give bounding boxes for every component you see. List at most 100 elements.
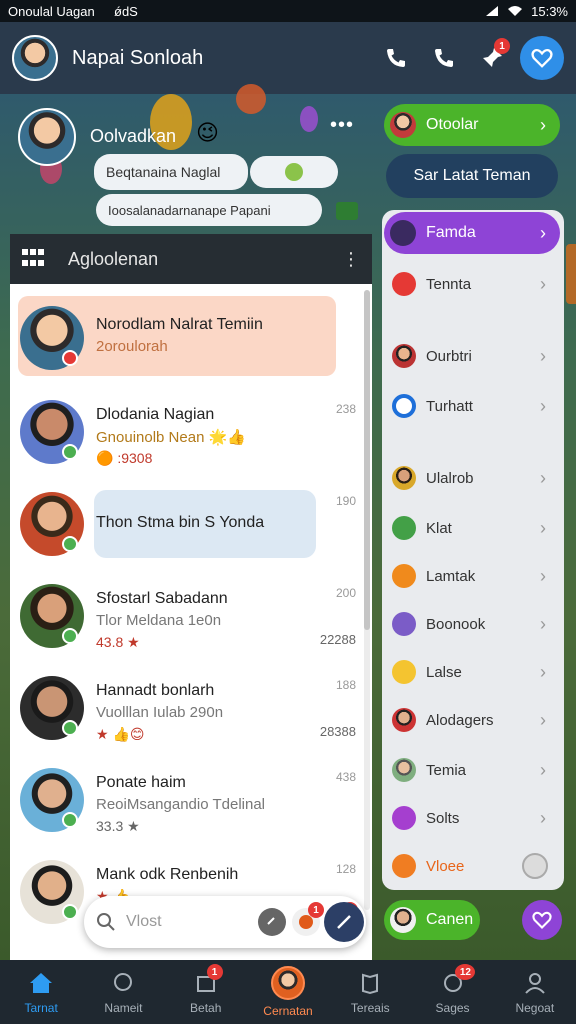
sticker-button[interactable]: 1: [292, 902, 324, 936]
menu-item[interactable]: Vloee: [382, 846, 564, 886]
chat-time: 188: [335, 678, 356, 692]
search-input[interactable]: Vlost: [126, 913, 252, 931]
chat-count: 22288: [319, 632, 356, 647]
status-dot: [62, 350, 78, 366]
menu-item[interactable]: Solts ›: [382, 798, 564, 838]
status-dot: [62, 444, 78, 460]
tag-icon: [392, 806, 416, 830]
app-header: Napai Sonloah 1: [0, 22, 576, 94]
status-dot: [62, 812, 78, 828]
bottom-nav: Tarnat Nameit 1 Betah Cernatan Tereais 1…: [0, 960, 576, 1024]
chat-count: 28388: [319, 724, 356, 739]
nav-item-profile[interactable]: Cernatan: [247, 960, 329, 1024]
favorite-button[interactable]: [520, 36, 564, 80]
chat-sub: Vuolllan Iulab 290n: [96, 704, 224, 721]
sticker-bubble[interactable]: [250, 156, 338, 188]
nav-item-badges[interactable]: 12 Sages: [411, 960, 493, 1024]
favorite-fab[interactable]: [522, 900, 562, 940]
nav-item-box[interactable]: 1 Betah: [165, 960, 247, 1024]
flag-icon: [392, 272, 416, 296]
menu-item[interactable]: Alodagers ›: [382, 700, 564, 740]
home-icon: [27, 969, 55, 997]
menu-item[interactable]: Lalse ›: [382, 652, 564, 692]
chat-name: Thon Stma bin S Yonda: [96, 514, 265, 531]
chat-time: 190: [335, 494, 356, 508]
attach-button[interactable]: [258, 908, 286, 936]
chat-extra: 33.3 ★: [96, 818, 140, 834]
chevron-right-icon: ›: [540, 222, 546, 243]
clip-icon: [267, 917, 275, 925]
notification-badge: 1: [494, 38, 510, 54]
avatar: [390, 907, 416, 933]
pill-label: Famda: [426, 224, 476, 241]
profile-name: Oolvadkan: [90, 126, 177, 146]
chat-name: Mank odk Renbenih: [96, 866, 239, 883]
menu-item[interactable]: Ulalrob ›: [382, 458, 564, 498]
chevron-right-icon: ›: [540, 345, 546, 366]
carrier-text: ǿdS: [114, 3, 138, 19]
action-pill[interactable]: Sar Latat Teman: [386, 154, 558, 198]
sticker-icon: [299, 915, 313, 929]
menu-label: Solts: [426, 809, 460, 827]
send-button[interactable]: [324, 902, 364, 942]
globe-icon: [392, 612, 416, 636]
video-call-button[interactable]: [424, 38, 464, 78]
status-dot: [62, 720, 78, 736]
grid-menu-icon[interactable]: [22, 249, 46, 269]
nav-item-home[interactable]: Tarnat: [0, 960, 82, 1024]
call-button[interactable]: [376, 38, 416, 78]
menu-item[interactable]: Tennta ›: [382, 264, 564, 304]
menu-item[interactable]: Temia ›: [382, 750, 564, 790]
chat-name: Norodlam Nalrat Temiin: [96, 316, 263, 333]
menu-label: Boonook: [426, 615, 486, 633]
menu-item[interactable]: Lamtak ›: [382, 556, 564, 596]
nav-label: Sages: [435, 1001, 470, 1015]
panel-title: Agloolenan: [68, 248, 159, 269]
list-item[interactable]: Dlodania Nagian Gnouinolb Nean 🌟👍 🟠 :930…: [10, 388, 362, 478]
clock-icon[interactable]: [522, 853, 548, 879]
pill-label: Sar Latat Teman: [413, 167, 531, 184]
chat-list-panel: Agloolenan ⋮ Norodlam Nalrat Temiin 2oro…: [10, 234, 372, 960]
menu-label: Vloee: [426, 857, 465, 875]
tag-icon: [390, 220, 416, 246]
more-options-button[interactable]: •••: [330, 114, 354, 137]
profile-avatar[interactable]: [18, 108, 76, 166]
list-item[interactable]: Ponate haim ReoiMsangandio Tdelinal 33.3…: [10, 756, 362, 846]
circle-icon: [392, 394, 416, 418]
notification-badge: 12: [455, 964, 476, 980]
kebab-menu-icon[interactable]: ⋮: [342, 249, 360, 270]
menu-label: Klat: [426, 519, 452, 537]
chat-time: 438: [335, 770, 356, 784]
scrollbar[interactable]: [364, 290, 370, 910]
chevron-right-icon: ›: [540, 273, 546, 294]
contact-pill[interactable]: Canen: [384, 900, 480, 940]
nav-label: Tereais: [350, 1001, 390, 1015]
menu-label: Lalse: [426, 663, 462, 681]
chat-extra: 🟠 :9308: [96, 450, 153, 466]
nav-item-chats[interactable]: Nameit: [82, 960, 164, 1024]
status-dot: [62, 904, 78, 920]
menu-item[interactable]: Ourbtri ›: [382, 336, 564, 376]
list-item[interactable]: Thon Stma bin S Yonda 190: [10, 480, 362, 570]
menu-item-selected[interactable]: Famda ›: [384, 212, 560, 254]
header-avatar[interactable]: [12, 35, 58, 81]
status-left-text: Onoulal Uagan: [8, 3, 95, 19]
avatar: [392, 708, 416, 732]
pin-button[interactable]: 1: [472, 38, 512, 78]
bubble-text: Ioosalanadarnanape Papani: [108, 202, 271, 218]
list-item[interactable]: Sfostarl Sabadann Tlor Meldana 1e0n 43.8…: [10, 572, 362, 662]
menu-item[interactable]: Boonook ›: [382, 604, 564, 644]
nav-item-profile-settings[interactable]: Negoat: [494, 960, 576, 1024]
nav-item-book[interactable]: Tereais: [329, 960, 411, 1024]
chat-icon[interactable]: [336, 202, 358, 220]
menu-item[interactable]: Turhatt ›: [382, 386, 564, 426]
menu-item[interactable]: Klat ›: [382, 508, 564, 548]
contact-pill[interactable]: Otoolar ›: [384, 104, 560, 146]
menu-label: Tennta: [426, 275, 472, 293]
list-item[interactable]: Hannadt bonlarh Vuolllan Iulab 290n ★ 👍😊…: [10, 664, 362, 754]
list-item[interactable]: Norodlam Nalrat Temiin 2oroulorah: [10, 294, 362, 384]
nav-label: Nameit: [104, 1001, 143, 1015]
gift-icon: [392, 564, 416, 588]
scrollbar-thumb[interactable]: [364, 290, 370, 630]
smile-icon: [392, 854, 416, 878]
